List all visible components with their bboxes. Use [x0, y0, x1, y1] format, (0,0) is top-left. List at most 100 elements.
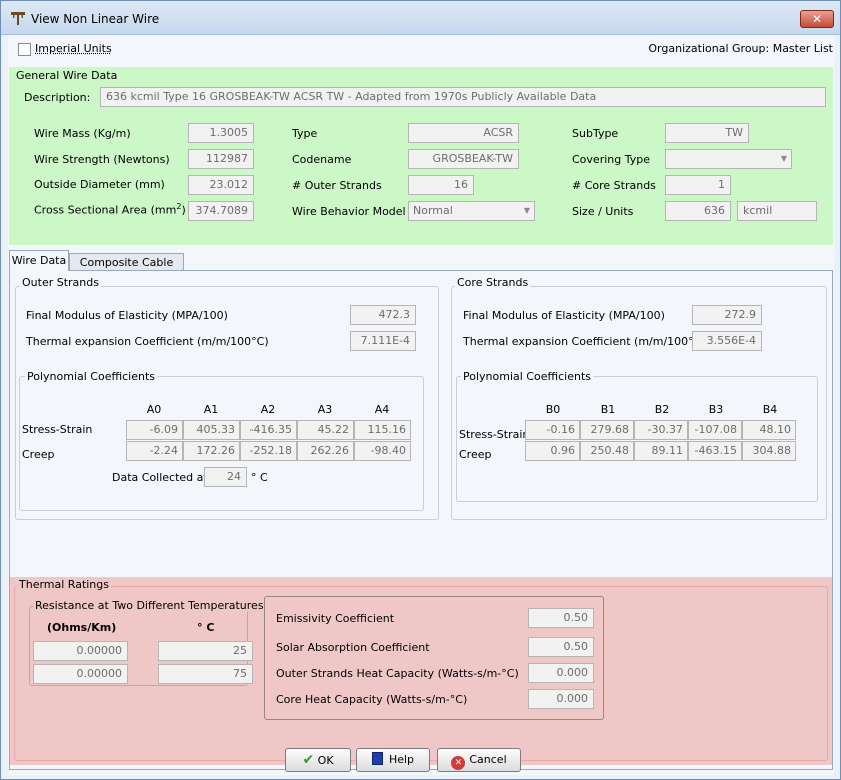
covering-type-label: Covering Type	[572, 153, 650, 166]
outer-header-a4: A4	[374, 403, 390, 416]
units-field[interactable]: kcmil	[737, 201, 817, 221]
resistance-1-field[interactable]: 0.00000	[33, 641, 128, 661]
title-bar[interactable]: View Non Linear Wire ✕	[1, 1, 840, 35]
close-button[interactable]: ✕	[800, 10, 834, 28]
celsius-header: ° C	[197, 621, 215, 634]
core-creep-label: Creep	[459, 448, 492, 461]
core-stress-b1[interactable]: 279.68	[580, 420, 634, 440]
core-modulus-label: Final Modulus of Elasticity (MPA/100)	[463, 309, 665, 322]
dialog-body: Imperial Units Organizational Group: Mas…	[8, 35, 834, 775]
chevron-down-icon: ▼	[780, 154, 787, 163]
tab-wire-data[interactable]: Wire Data	[9, 250, 69, 271]
outer-heat-capacity-field[interactable]: 0.000	[528, 663, 594, 683]
outer-creep-a3[interactable]: 262.26	[297, 441, 354, 461]
imperial-units-checkbox[interactable]	[18, 43, 31, 56]
core-thermal-label: Thermal expansion Coefficient (m/m/100°C…	[463, 335, 706, 348]
outer-stress-a0[interactable]: -6.09	[126, 420, 183, 440]
outer-modulus-label: Final Modulus of Elasticity (MPA/100)	[26, 309, 228, 322]
check-icon: ✔	[302, 752, 315, 768]
resistance-title: Resistance at Two Different Temperatures	[33, 599, 266, 612]
data-collected-field[interactable]: 24	[204, 467, 247, 487]
app-icon	[10, 10, 26, 26]
outer-creep-a2[interactable]: -252.18	[240, 441, 297, 461]
core-polynomial-title: Polynomial Coefficients	[461, 370, 594, 383]
outer-stress-a4[interactable]: 115.16	[354, 420, 411, 440]
core-modulus-field[interactable]: 272.9	[692, 305, 762, 325]
temperature-2-field[interactable]: 75	[158, 664, 253, 684]
outside-diameter-label: Outside Diameter (mm)	[34, 178, 165, 191]
core-creep-b3[interactable]: -463.15	[688, 441, 742, 461]
outer-modulus-field[interactable]: 472.3	[350, 305, 416, 325]
outer-header-a0: A0	[146, 403, 162, 416]
core-stress-b0[interactable]: -0.16	[525, 420, 580, 440]
window: View Non Linear Wire ✕ Imperial Units Or…	[0, 0, 841, 780]
core-stress-b2[interactable]: -30.37	[634, 420, 688, 440]
outside-diameter-field[interactable]: 23.012	[188, 175, 254, 195]
wire-mass-field[interactable]: 1.3005	[188, 123, 254, 143]
core-thermal-field[interactable]: 3.556E-4	[692, 331, 762, 351]
outer-creep-a4[interactable]: -98.40	[354, 441, 411, 461]
outer-polynomial-title: Polynomial Coefficients	[25, 370, 158, 383]
resistance-2-field[interactable]: 0.00000	[33, 664, 128, 684]
covering-type-dropdown[interactable]: ▼	[665, 149, 792, 169]
core-header-b2: B2	[654, 403, 670, 416]
tab-composite-cable-data[interactable]: Composite Cable Data	[69, 253, 184, 286]
outer-stress-a2[interactable]: -416.35	[240, 420, 297, 440]
codename-label: Codename	[292, 153, 352, 166]
general-wire-data-title: General Wire Data	[16, 69, 118, 82]
core-creep-b2[interactable]: 89.11	[634, 441, 688, 461]
core-stress-b3[interactable]: -107.08	[688, 420, 742, 440]
description-label: Description:	[24, 91, 91, 104]
help-book-icon	[371, 752, 383, 765]
outer-header-a3: A3	[317, 403, 333, 416]
emissivity-field[interactable]: 0.50	[528, 608, 594, 628]
outer-strands-label: # Outer Strands	[292, 179, 382, 192]
thermal-ratings-title: Thermal Ratings	[17, 578, 111, 591]
outer-thermal-label: Thermal expansion Coefficient (m/m/100°C…	[26, 335, 269, 348]
core-header-b4: B4	[762, 403, 778, 416]
outer-thermal-field[interactable]: 7.111E-4	[350, 331, 416, 351]
core-strands-title: Core Strands	[455, 276, 531, 289]
chevron-down-icon: ▼	[523, 206, 530, 215]
window-title: View Non Linear Wire	[31, 12, 160, 26]
data-collected-label: Data Collected at:	[112, 471, 212, 484]
cross-sectional-area-field[interactable]: 374.7089	[188, 201, 254, 221]
wire-strength-field[interactable]: 112987	[188, 149, 254, 169]
description-field[interactable]: 636 kcmil Type 16 GROSBEAK-TW ACSR TW - …	[100, 87, 826, 107]
core-creep-b4[interactable]: 304.88	[742, 441, 796, 461]
ok-button[interactable]: ✔ OK	[285, 748, 351, 772]
solar-absorption-field[interactable]: 0.50	[528, 637, 594, 657]
core-creep-b0[interactable]: 0.96	[525, 441, 580, 461]
core-strands-field[interactable]: 1	[665, 175, 731, 195]
outer-heat-capacity-label: Outer Strands Heat Capacity (Watts-s/m-°…	[276, 667, 519, 680]
codename-field[interactable]: GROSBEAK-TW	[408, 149, 519, 169]
wire-strength-label: Wire Strength (Newtons)	[34, 153, 170, 166]
core-header-b1: B1	[600, 403, 616, 416]
outer-creep-a0[interactable]: -2.24	[126, 441, 183, 461]
outer-header-a2: A2	[260, 403, 276, 416]
core-stress-strain-label: Stress-Strain	[459, 428, 530, 441]
type-label: Type	[292, 127, 318, 140]
core-header-b3: B3	[708, 403, 724, 416]
outer-creep-a1[interactable]: 172.26	[183, 441, 240, 461]
size-field[interactable]: 636	[665, 201, 731, 221]
outer-header-a1: A1	[203, 403, 219, 416]
outer-creep-label: Creep	[22, 448, 55, 461]
core-heat-capacity-label: Core Heat Capacity (Watts-s/m-°C)	[276, 693, 468, 706]
emissivity-label: Emissivity Coefficient	[276, 612, 395, 625]
temperature-1-field[interactable]: 25	[158, 641, 253, 661]
subtype-field[interactable]: TW	[665, 123, 749, 143]
outer-stress-a1[interactable]: 405.33	[183, 420, 240, 440]
help-button[interactable]: Help	[356, 748, 430, 772]
type-field[interactable]: ACSR	[408, 123, 519, 143]
core-header-b0: B0	[545, 403, 561, 416]
wire-behavior-dropdown[interactable]: Normal ▼	[408, 201, 535, 221]
core-stress-b4[interactable]: 48.10	[742, 420, 796, 440]
core-creep-b1[interactable]: 250.48	[580, 441, 634, 461]
imperial-units-label[interactable]: Imperial Units	[35, 42, 112, 55]
cancel-button[interactable]: ✕ Cancel	[437, 748, 521, 772]
size-units-label: Size / Units	[572, 205, 634, 218]
outer-strands-field[interactable]: 16	[408, 175, 474, 195]
outer-stress-a3[interactable]: 45.22	[297, 420, 354, 440]
core-heat-capacity-field[interactable]: 0.000	[528, 689, 594, 709]
